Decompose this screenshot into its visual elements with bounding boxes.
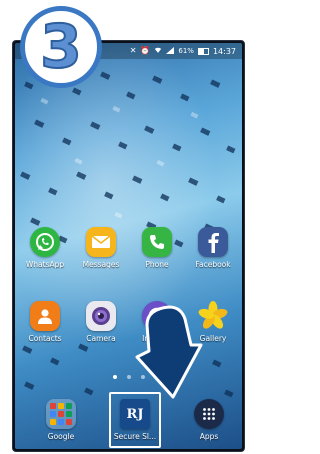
signal-icon [166,46,175,56]
page-indicator [15,375,242,379]
app-label: Apps [199,432,219,441]
tutorial-step: 3 ✕ ⏰ 61% 14:37 WhatsApp Messages Phone … [0,0,246,454]
step-number: 3 [39,12,83,82]
app-label: Facebook [195,260,231,269]
app-label: Messages [82,260,120,269]
app-messages[interactable]: Messages [73,227,129,269]
app-label: Contacts [28,334,62,343]
app-whatsapp[interactable]: WhatsApp [17,227,73,269]
app-contacts[interactable]: Contacts [17,301,73,343]
pointer-arrow-icon [135,305,203,399]
facebook-icon [198,227,228,257]
apps-grid-icon [194,399,224,429]
app-camera[interactable]: Camera [73,301,129,343]
whatsapp-icon [30,227,60,257]
app-label: Phone [145,260,169,269]
app-label: WhatsApp [25,260,65,269]
camera-icon [86,301,116,331]
page-dot-active [112,375,117,379]
app-facebook[interactable]: Facebook [185,227,241,269]
wifi-icon [154,47,162,56]
step-number-badge: 3 [20,6,102,88]
battery-percent: 61% [178,47,194,55]
app-label: Camera [86,334,116,343]
phone-frame: ✕ ⏰ 61% 14:37 WhatsApp Messages Phone Fa… [12,40,245,452]
alarm-icon: ⏰ [140,46,151,55]
contacts-icon [30,301,60,331]
google-folder-icon [46,399,76,429]
messages-icon [86,227,116,257]
app-google-folder[interactable]: Google [33,399,89,441]
app-phone[interactable]: Phone [129,227,185,269]
battery-icon [197,47,209,55]
app-apps-drawer[interactable]: Apps [181,399,237,441]
page-dot [126,375,131,379]
status-clock: 14:37 [212,46,236,56]
app-label: Google [47,432,75,441]
mute-icon: ✕ [129,46,137,55]
home-screen: ✕ ⏰ 61% 14:37 WhatsApp Messages Phone Fa… [15,43,242,449]
phone-icon [142,227,172,257]
